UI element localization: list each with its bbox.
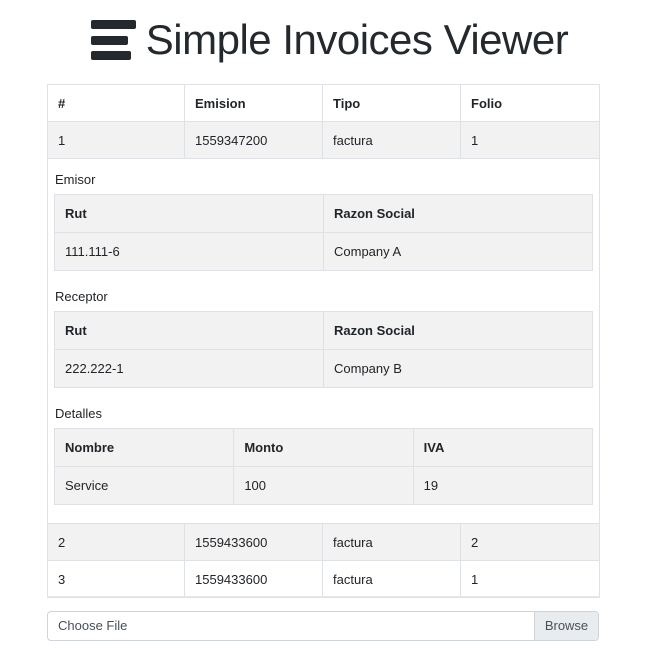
- emisor-razon-social: Company A: [323, 232, 593, 271]
- column-header-emision: Emision: [184, 84, 323, 122]
- invoices-table: # Emision Tipo Folio 1 1559347200 factur…: [47, 84, 600, 598]
- detalles-header-monto: Monto: [233, 428, 414, 467]
- invoice-detail-row: Emisor Rut Razon Social 111.111-6 Compan…: [47, 158, 600, 524]
- invoices-table-wrapper: # Emision Tipo Folio 1 1559347200 factur…: [47, 84, 600, 598]
- column-header-folio: Folio: [460, 84, 600, 122]
- cell-tipo: factura: [322, 121, 461, 159]
- cell-emision: 1559433600: [184, 523, 323, 561]
- detalles-label: Detalles: [55, 406, 102, 421]
- cell-number: 3: [47, 560, 185, 598]
- app-header: Simple Invoices Viewer: [0, 14, 659, 66]
- emisor-rut: 111.111-6: [54, 232, 324, 271]
- invoice-row-1[interactable]: 1 1559347200 factura 1: [47, 121, 600, 159]
- detalles-iva: 19: [412, 466, 594, 505]
- emisor-label: Emisor: [55, 172, 96, 187]
- file-input[interactable]: Choose File Browse: [47, 611, 599, 641]
- emisor-table: Rut Razon Social 111.111-6 Company A: [54, 194, 593, 271]
- detalles-table: Nombre Monto IVA Service 100 19: [53, 428, 594, 505]
- cell-tipo: factura: [322, 523, 461, 561]
- browse-button[interactable]: Browse: [534, 612, 598, 640]
- invoice-row-3[interactable]: 3 1559433600 factura 1: [47, 560, 600, 598]
- cell-number: 2: [47, 523, 185, 561]
- cell-tipo: factura: [322, 560, 461, 598]
- detalles-header-iva: IVA: [412, 428, 594, 467]
- emisor-header-razon-social: Razon Social: [323, 194, 593, 233]
- receptor-header-rut: Rut: [54, 311, 324, 350]
- receptor-table: Rut Razon Social 222.222-1 Company B: [54, 311, 593, 388]
- detalles-monto: 100: [233, 466, 414, 505]
- file-input-label[interactable]: Choose File: [48, 612, 534, 640]
- cell-folio: 2: [460, 523, 600, 561]
- column-header-tipo: Tipo: [322, 84, 461, 122]
- cell-emision: 1559347200: [184, 121, 323, 159]
- cell-folio: 1: [460, 560, 600, 598]
- invoice-row-2[interactable]: 2 1559433600 factura 2: [47, 523, 600, 561]
- cell-number: 1: [47, 121, 185, 159]
- hamburger-menu-icon[interactable]: [90, 20, 136, 60]
- emisor-header-rut: Rut: [54, 194, 324, 233]
- receptor-razon-social: Company B: [323, 349, 593, 388]
- detalles-nombre: Service: [53, 466, 235, 505]
- table-header-row: # Emision Tipo Folio: [47, 84, 600, 122]
- column-header-number: #: [47, 84, 185, 122]
- detalles-header-nombre: Nombre: [53, 428, 235, 467]
- page-title: Simple Invoices Viewer: [145, 16, 569, 63]
- receptor-header-razon-social: Razon Social: [323, 311, 593, 350]
- receptor-rut: 222.222-1: [54, 349, 324, 388]
- section-divider: [47, 596, 599, 597]
- receptor-label: Receptor: [55, 289, 108, 304]
- cell-folio: 1: [460, 121, 600, 159]
- invoice-detail-panel: Emisor Rut Razon Social 111.111-6 Compan…: [47, 158, 600, 524]
- cell-emision: 1559433600: [184, 560, 323, 598]
